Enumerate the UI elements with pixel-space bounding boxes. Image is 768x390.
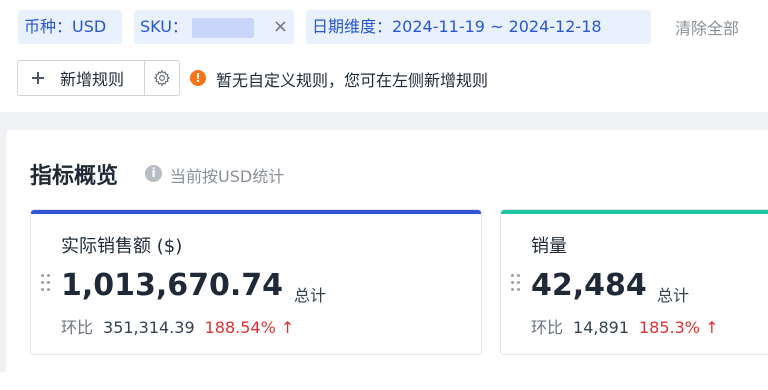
- filter-bar: 币种：USD SKU： × 日期维度：2024-11-19 ~ 2024-12-…: [0, 0, 768, 112]
- comparison-value: 351,314.39: [103, 318, 195, 337]
- comparison-label: 环比: [61, 318, 94, 337]
- warning-icon: !: [190, 70, 206, 86]
- clear-all-button[interactable]: 清除全部: [675, 15, 739, 39]
- no-rules-notice: 暂无自定义规则，您可在左侧新增规则: [216, 71, 489, 90]
- metric-comparison: 环比 14,891 185.3% ↑: [531, 314, 719, 338]
- sku-value-redacted: [191, 17, 254, 38]
- comparison-rate: 188.54% ↑: [204, 318, 295, 337]
- add-rule-button[interactable]: 新增规则: [17, 60, 145, 96]
- close-icon[interactable]: ×: [273, 10, 288, 44]
- metric-comparison: 环比 351,314.39 188.54% ↑: [61, 314, 294, 338]
- comparison-rate: 185.3% ↑: [639, 318, 719, 337]
- metric-label: 销量: [531, 236, 567, 257]
- sku-filter-tag[interactable]: SKU： ×: [134, 10, 294, 44]
- metric-unit: 总计: [657, 286, 690, 305]
- metric-label: 实际销售额 ($): [61, 236, 183, 257]
- rule-settings-button[interactable]: [144, 60, 180, 96]
- currency-filter-tag[interactable]: 币种：USD: [18, 10, 122, 44]
- card-accent-bar: [31, 210, 481, 214]
- date-filter-tag[interactable]: 日期维度：2024-11-19 ~ 2024-12-18: [306, 10, 651, 44]
- info-icon: i: [145, 165, 162, 182]
- metric-value: 1,013,670.74: [61, 268, 284, 303]
- metric-unit: 总计: [294, 286, 327, 305]
- sku-filter-label: SKU：: [140, 17, 188, 36]
- drag-handle-icon[interactable]: [41, 274, 51, 292]
- comparison-label: 环比: [531, 318, 564, 337]
- metric-card-quantity[interactable]: 销量 42,484 总计 环比 14,891 185.3% ↑: [500, 209, 768, 355]
- currency-stat-note: 当前按USD统计: [170, 167, 285, 186]
- plus-icon: [31, 71, 45, 85]
- drag-handle-icon[interactable]: [511, 274, 521, 292]
- card-accent-bar: [501, 210, 768, 214]
- add-rule-label: 新增规则: [60, 70, 125, 89]
- gear-icon: [153, 69, 171, 87]
- metric-value: 42,484: [531, 268, 647, 303]
- comparison-value: 14,891: [573, 318, 629, 337]
- metric-card-sales[interactable]: 实际销售额 ($) 1,013,670.74 总计 环比 351,314.39 18…: [30, 209, 482, 355]
- overview-title: 指标概览: [30, 164, 119, 189]
